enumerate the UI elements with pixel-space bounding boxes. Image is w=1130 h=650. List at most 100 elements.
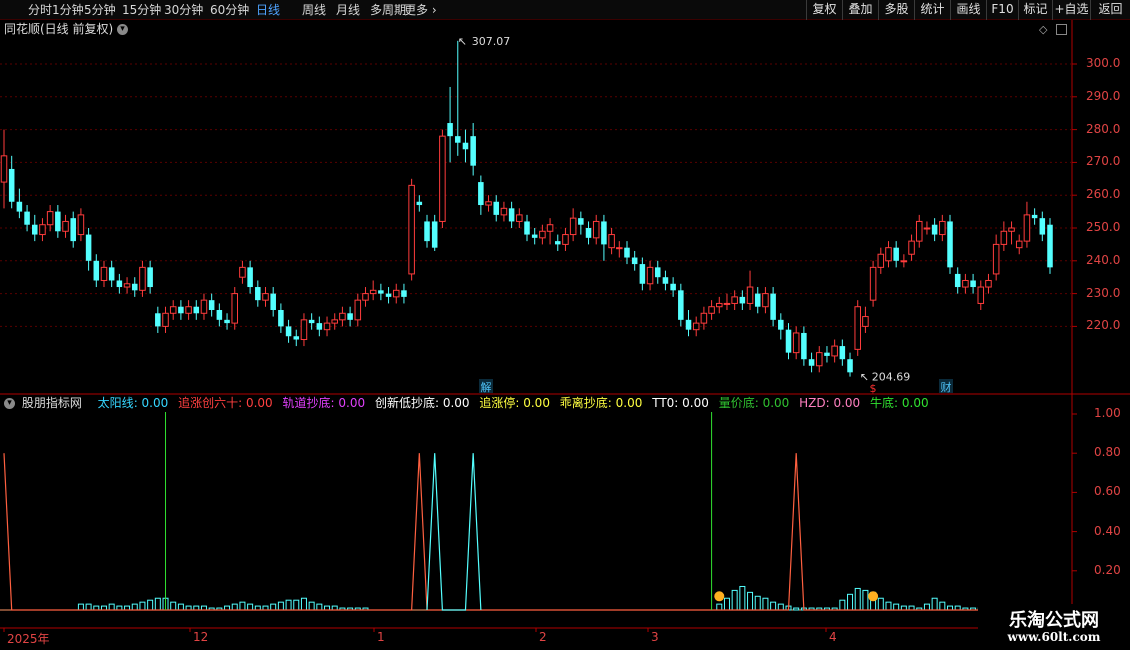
indicator-bar bbox=[308, 601, 315, 611]
candle-body-up bbox=[939, 220, 946, 236]
candle-body-up bbox=[608, 234, 615, 249]
legend-label: 创新低抄底 bbox=[374, 396, 435, 410]
legend-value: 0.00 bbox=[762, 396, 790, 410]
candle-body-down bbox=[278, 310, 284, 327]
candle-body-up bbox=[408, 184, 415, 275]
price-axis-label: 270.0 bbox=[1086, 154, 1121, 169]
candle-body-up bbox=[262, 293, 269, 301]
legend-item: 轨道抄底: 0.00 bbox=[282, 396, 366, 410]
candle-body-down bbox=[8, 168, 15, 202]
candle-body-up bbox=[885, 247, 892, 262]
legend-value: 0.00 bbox=[523, 396, 550, 410]
event-marker: 解 bbox=[481, 380, 492, 394]
indicator-bar bbox=[723, 597, 730, 611]
candle-body-up bbox=[539, 230, 546, 239]
indicator-bar bbox=[847, 593, 854, 611]
candle-body-down bbox=[131, 283, 138, 291]
candle-body-up bbox=[992, 243, 1000, 275]
candle-body-up bbox=[562, 234, 569, 245]
legend-item: 太阳线: 0.00 bbox=[97, 396, 169, 410]
indicator-bar bbox=[939, 601, 946, 611]
candle-body-up bbox=[900, 260, 908, 263]
candle-body-down bbox=[70, 218, 76, 242]
date-axis-label: 12 bbox=[193, 630, 209, 644]
indicator-series-line bbox=[3, 453, 989, 611]
indicator-bar bbox=[147, 599, 154, 611]
price-axis-label: 220.0 bbox=[1086, 318, 1121, 333]
candle-body-up bbox=[369, 289, 377, 295]
price-axis-label: 280.0 bbox=[1086, 121, 1121, 136]
candle-body-down bbox=[285, 326, 292, 337]
candle-body-down bbox=[447, 123, 453, 137]
indicator-bar bbox=[277, 601, 284, 611]
legend-item: 创新低抄底: 0.00 bbox=[374, 396, 470, 410]
legend-label: 量价底 bbox=[718, 396, 755, 410]
price-axis-label: 250.0 bbox=[1086, 220, 1121, 234]
signal-dot bbox=[714, 591, 725, 602]
candle-body-up bbox=[716, 302, 723, 308]
indicator-bar bbox=[108, 603, 115, 611]
candle-body-up bbox=[569, 217, 577, 236]
indicator-bar bbox=[885, 601, 892, 611]
legend-label: TT0 bbox=[652, 396, 675, 410]
candle-body-up bbox=[439, 135, 446, 222]
indicator-bar bbox=[923, 603, 930, 611]
candle-body-up bbox=[323, 322, 331, 331]
candle-body-down bbox=[270, 293, 276, 310]
indicator-bar bbox=[839, 599, 846, 611]
candle-body-down bbox=[739, 296, 746, 304]
candle-body-down bbox=[93, 260, 100, 281]
candle-body-up bbox=[354, 299, 362, 321]
candle-body-up bbox=[77, 214, 85, 236]
candle-body-down bbox=[1047, 224, 1053, 268]
legend-label: HZD bbox=[799, 396, 826, 410]
indicator-bar bbox=[754, 595, 761, 611]
candle-body-down bbox=[685, 319, 692, 330]
candle-body-up bbox=[139, 266, 146, 291]
candle-body-down bbox=[347, 313, 353, 320]
indicator-bar bbox=[877, 597, 884, 611]
legend-item: 追涨停: 0.00 bbox=[479, 396, 550, 410]
indicator-bar bbox=[139, 601, 146, 611]
legend-value: 0.00 bbox=[141, 396, 169, 410]
indicator-name[interactable]: 股朋指标网 bbox=[22, 396, 82, 410]
indicator-bar bbox=[77, 603, 84, 611]
candle-body-down bbox=[462, 142, 469, 150]
candle-body-down bbox=[662, 277, 669, 284]
candle-body-up bbox=[708, 306, 715, 314]
legend-value: 0.00 bbox=[901, 396, 929, 410]
candle-body-up bbox=[1000, 230, 1008, 245]
date-axis-label: 2025年 bbox=[7, 632, 50, 646]
candle-body-down bbox=[524, 221, 530, 235]
indicator-bar bbox=[239, 601, 246, 611]
indicator-bar bbox=[131, 603, 138, 611]
legend-label: 追涨创六十 bbox=[178, 396, 239, 410]
candle-body-up bbox=[700, 312, 708, 324]
indicator-legend: ▾ 股朋指标网 太阳线: 0.00 追涨创六十: 0.00 轨道抄底: 0.00… bbox=[4, 394, 941, 412]
candle-body-up bbox=[231, 293, 239, 324]
candle-body-down bbox=[893, 247, 899, 261]
indicator-bar bbox=[854, 587, 861, 611]
candle-body-down bbox=[208, 300, 215, 310]
indicator-bar bbox=[716, 603, 723, 611]
candle-body-up bbox=[869, 266, 877, 301]
indicator-bar bbox=[747, 591, 754, 611]
candle-body-down bbox=[624, 247, 630, 258]
candle-body-down bbox=[808, 359, 815, 366]
chevron-down-icon[interactable]: ▾ bbox=[4, 398, 15, 409]
high-price-label: 307.07 bbox=[472, 35, 511, 48]
candle-body-up bbox=[1015, 240, 1023, 249]
candle-body-down bbox=[247, 267, 253, 288]
candle-body-down bbox=[385, 293, 392, 297]
candle-body-down bbox=[455, 136, 461, 143]
candle-body-up bbox=[100, 266, 108, 281]
indicator-bar bbox=[300, 597, 307, 611]
candle-body-up bbox=[1008, 227, 1015, 232]
candle-body-down bbox=[947, 221, 953, 268]
candle-body-down bbox=[316, 323, 323, 330]
candle-body-down bbox=[108, 267, 115, 281]
candle-body-down bbox=[378, 290, 384, 294]
candle-body-down bbox=[424, 221, 430, 242]
indicator-bar bbox=[793, 607, 800, 611]
price-axis-label: 260.0 bbox=[1086, 187, 1121, 202]
